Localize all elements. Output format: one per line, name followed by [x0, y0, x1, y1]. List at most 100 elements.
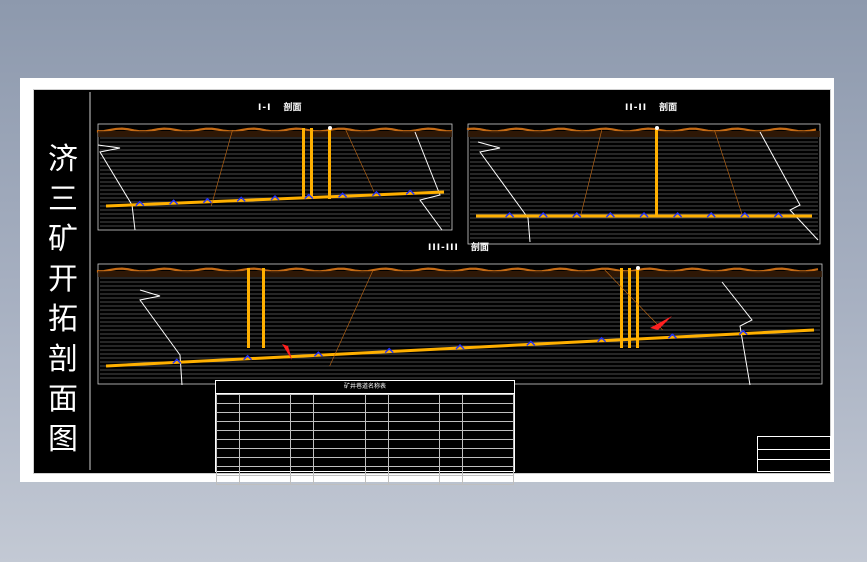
main-roadway [105, 328, 815, 368]
table-cell [438, 457, 463, 467]
table-row [216, 394, 515, 404]
fault-line [477, 141, 531, 243]
table-cell [364, 439, 389, 449]
table-cell [216, 394, 240, 404]
table-cell [461, 412, 515, 422]
table-cell [461, 394, 515, 404]
table-cell [313, 475, 366, 485]
table-cell [290, 466, 315, 476]
table-cell [438, 475, 463, 485]
ground-surface [96, 267, 819, 273]
table-cell [461, 430, 515, 440]
title-block-line [758, 459, 830, 460]
table-cell [313, 421, 366, 431]
table-cell [290, 403, 315, 413]
table-cell [290, 475, 315, 485]
table-cell [290, 421, 315, 431]
ground-surface [466, 127, 817, 133]
table-cell [387, 412, 440, 422]
borehole-line [345, 129, 375, 193]
table-cell [364, 394, 389, 404]
shaft-head [636, 266, 640, 270]
section-label-2: II-II 剖面 [625, 100, 677, 113]
table-cell [364, 448, 389, 458]
section-number: I-I [258, 103, 272, 113]
table-cell [387, 430, 440, 440]
table-cell [290, 412, 315, 422]
shaft [620, 268, 623, 348]
table-cell [387, 457, 440, 467]
fault-line [139, 289, 183, 386]
shaft [628, 268, 631, 348]
ground-surface [96, 127, 453, 133]
table-row [216, 448, 515, 458]
table-cell [387, 394, 440, 404]
table-cell [238, 394, 292, 404]
table-cell [438, 439, 463, 449]
table-cell [216, 475, 240, 485]
table-cell [364, 403, 389, 413]
table-cell [438, 421, 463, 431]
title-block-line [758, 449, 830, 450]
table-cell [461, 403, 515, 413]
table-cell [387, 448, 440, 458]
table-cell [438, 466, 463, 476]
section-name: 剖面 [659, 103, 678, 113]
table-cell [290, 448, 315, 458]
table-cell [461, 421, 515, 431]
table-cell [238, 475, 292, 485]
table-row [216, 457, 515, 467]
title-block [757, 436, 831, 472]
table-cell [438, 430, 463, 440]
roadway-name-table: 矿井巷道名称表 [215, 380, 515, 485]
table-cell [461, 475, 515, 485]
table-cell [364, 421, 389, 431]
table-cell [313, 457, 366, 467]
table-cell [216, 457, 240, 467]
section-name: 剖面 [283, 103, 302, 113]
table-cell [364, 475, 389, 485]
table-cell [364, 430, 389, 440]
table-cell [313, 430, 366, 440]
soil-layer [98, 131, 452, 137]
table-row [216, 475, 515, 485]
table-cell [387, 439, 440, 449]
table-row [216, 439, 515, 449]
table-cell [387, 421, 440, 431]
table-cell [238, 430, 292, 440]
table-cell [461, 439, 515, 449]
table-cell [216, 421, 240, 431]
table-cell [364, 457, 389, 467]
table-cell [313, 403, 366, 413]
table-cell [438, 394, 463, 404]
table-cell [387, 466, 440, 476]
shaft [655, 128, 658, 216]
table-cell [238, 403, 292, 413]
table-cell [438, 412, 463, 422]
table-cell [290, 394, 315, 404]
table-cell [313, 412, 366, 422]
shaft [262, 268, 265, 348]
table-cell [238, 466, 292, 476]
table-cell [216, 403, 240, 413]
table-row [216, 466, 515, 476]
section-name: 剖面 [470, 243, 489, 253]
fault-line [414, 131, 443, 231]
shaft [247, 268, 250, 348]
table-cell [238, 412, 292, 422]
borehole-line [580, 129, 603, 217]
table-cell [216, 466, 240, 476]
fault-line [97, 144, 136, 231]
shaft [302, 128, 305, 199]
table-cell [290, 430, 315, 440]
table-cell [364, 412, 389, 422]
borehole-line [210, 129, 233, 207]
shaft-head [655, 126, 659, 130]
table-row [216, 421, 515, 431]
borehole-line [604, 269, 663, 331]
section-number: II-II [625, 103, 648, 113]
table-cell [438, 403, 463, 413]
table-title: 矿井巷道名称表 [216, 381, 514, 394]
shaft [310, 128, 313, 199]
table-cell [238, 439, 292, 449]
